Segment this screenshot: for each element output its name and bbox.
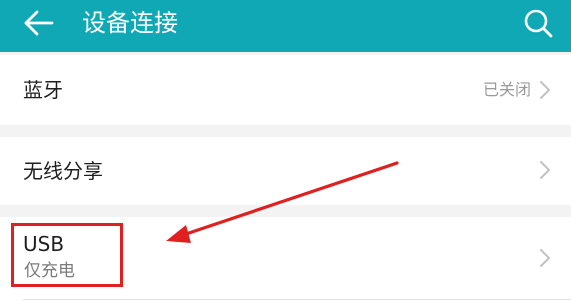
- wireless-share-section: 无线分享: [0, 137, 571, 205]
- bluetooth-status: 已关闭: [482, 80, 531, 99]
- settings-screen: 设备连接 蓝牙 已关闭 无线分享 USB 仅充电: [0, 0, 571, 305]
- search-button[interactable]: [520, 5, 556, 41]
- bluetooth-row[interactable]: 蓝牙 已关闭: [0, 55, 571, 125]
- bluetooth-label: 蓝牙: [23, 78, 63, 102]
- back-arrow-icon: [24, 10, 54, 36]
- back-button[interactable]: [16, 6, 58, 40]
- chevron-right-icon: [540, 161, 550, 179]
- wireless-share-label: 无线分享: [23, 159, 103, 183]
- row-divider: [23, 299, 571, 300]
- bluetooth-section: 蓝牙 已关闭: [0, 55, 571, 125]
- app-bar: 设备连接: [0, 0, 571, 52]
- chevron-right-icon: [540, 249, 550, 267]
- page-title: 设备连接: [82, 9, 178, 37]
- chevron-right-icon: [540, 81, 550, 99]
- usb-highlight-box: [11, 223, 123, 287]
- search-icon: [524, 9, 553, 38]
- wireless-share-row[interactable]: 无线分享: [0, 137, 571, 205]
